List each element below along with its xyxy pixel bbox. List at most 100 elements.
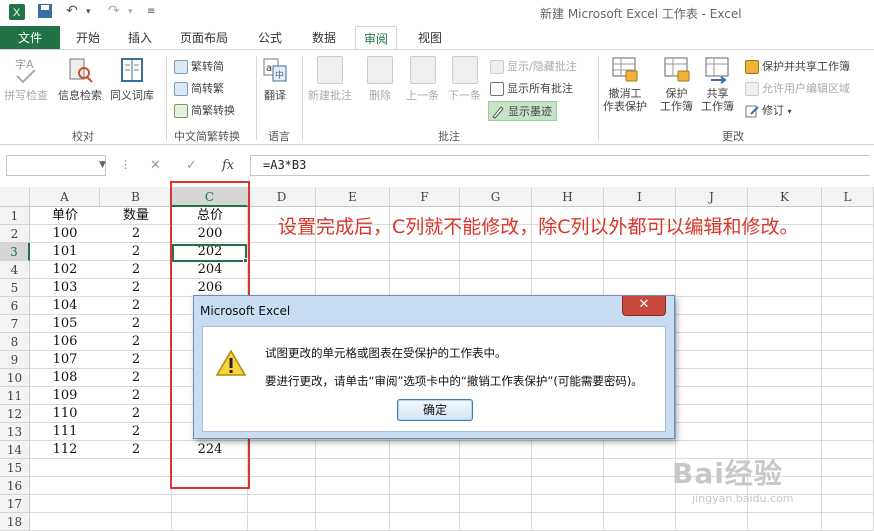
cell-b7[interactable]: 2 — [100, 315, 172, 333]
undo-dropdown-icon[interactable]: ▾ — [86, 7, 91, 17]
cell-a14[interactable]: 112 — [30, 441, 100, 459]
row-header-18[interactable]: 18 — [0, 513, 30, 531]
show-all-comments-button[interactable]: 显示所有批注 — [490, 80, 573, 96]
column-header-i[interactable]: I — [604, 187, 676, 207]
column-header-d[interactable]: D — [248, 187, 316, 207]
row-header-10[interactable]: 10 — [0, 369, 30, 387]
ok-button[interactable]: 确定 — [397, 399, 473, 421]
cell-a6[interactable]: 104 — [30, 297, 100, 315]
tab-formulas[interactable]: 公式 — [258, 29, 282, 46]
column-header-b[interactable]: B — [100, 187, 172, 207]
column-header-l[interactable]: L — [822, 187, 874, 207]
cancel-icon[interactable]: ✕ — [150, 158, 161, 173]
row-header-15[interactable]: 15 — [0, 459, 30, 477]
show-ink-button[interactable]: 显示墨迹 — [488, 101, 557, 121]
tab-home[interactable]: 开始 — [76, 29, 100, 46]
cell-b1[interactable]: 数量 — [100, 207, 172, 225]
cell-a11[interactable]: 109 — [30, 387, 100, 405]
protect-and-share-button[interactable]: 保护并共享工作簿 — [745, 58, 850, 74]
track-dropdown-icon[interactable]: ▾ — [788, 107, 792, 116]
translate-button[interactable]: a中 翻译 — [262, 56, 288, 103]
row-header-4[interactable]: 4 — [0, 261, 30, 279]
row-header-13[interactable]: 13 — [0, 423, 30, 441]
column-header-e[interactable]: E — [316, 187, 390, 207]
cell-a12[interactable]: 110 — [30, 405, 100, 423]
chevron-down-icon[interactable]: ▼ — [99, 160, 106, 170]
row-header-9[interactable]: 9 — [0, 351, 30, 369]
next-comment-button[interactable]: 下一条 — [448, 56, 481, 103]
column-header-g[interactable]: G — [460, 187, 532, 207]
trad-to-simp-button[interactable]: 繁转简 — [174, 58, 224, 74]
track-changes-button[interactable]: 修订 ▾ — [745, 102, 792, 118]
undo-icon[interactable]: ↶ — [66, 3, 78, 19]
tab-view[interactable]: 视图 — [418, 29, 442, 46]
redo-icon[interactable]: ↷ — [108, 3, 120, 19]
row-header-11[interactable]: 11 — [0, 387, 30, 405]
cell-a10[interactable]: 108 — [30, 369, 100, 387]
cell-a9[interactable]: 107 — [30, 351, 100, 369]
tab-data[interactable]: 数据 — [312, 29, 336, 46]
cell-a2[interactable]: 100 — [30, 225, 100, 243]
name-box[interactable]: ▼ — [6, 155, 106, 176]
save-icon[interactable] — [37, 3, 53, 23]
customize-qat-icon[interactable]: ≡ — [147, 6, 155, 17]
cell-b12[interactable]: 2 — [100, 405, 172, 423]
cell-b6[interactable]: 2 — [100, 297, 172, 315]
row-header-2[interactable]: 2 — [0, 225, 30, 243]
cell-b3[interactable]: 2 — [100, 243, 172, 261]
share-workbook-button[interactable]: 共享 工作簿 — [701, 56, 734, 113]
cell-a3[interactable]: 101 — [30, 243, 100, 261]
column-header-f[interactable]: F — [390, 187, 460, 207]
row-header-3[interactable]: 3 — [0, 243, 30, 261]
row-header-7[interactable]: 7 — [0, 315, 30, 333]
tab-file[interactable]: 文件 — [0, 26, 60, 50]
spell-check-button[interactable]: 字A 拼写检查 — [4, 56, 48, 103]
cell-b14[interactable]: 2 — [100, 441, 172, 459]
row-header-5[interactable]: 5 — [0, 279, 30, 297]
column-header-k[interactable]: K — [748, 187, 822, 207]
cell-a8[interactable]: 106 — [30, 333, 100, 351]
show-hide-comment-button[interactable]: 显示/隐藏批注 — [490, 58, 577, 74]
tab-review[interactable]: 审阅 — [355, 26, 398, 50]
row-header-16[interactable]: 16 — [0, 477, 30, 495]
tab-insert[interactable]: 插入 — [128, 29, 152, 46]
row-header-6[interactable]: 6 — [0, 297, 30, 315]
cell-a13[interactable]: 111 — [30, 423, 100, 441]
tab-page-layout[interactable]: 页面布局 — [180, 29, 228, 46]
enter-icon[interactable]: ✓ — [186, 158, 197, 173]
cell-b5[interactable]: 2 — [100, 279, 172, 297]
cell-b9[interactable]: 2 — [100, 351, 172, 369]
cell-b8[interactable]: 2 — [100, 333, 172, 351]
row-header-8[interactable]: 8 — [0, 333, 30, 351]
insert-function-icon[interactable]: fx — [222, 158, 234, 173]
cell-b4[interactable]: 2 — [100, 261, 172, 279]
close-button[interactable]: ✕ — [622, 296, 666, 316]
redo-dropdown-icon[interactable]: ▾ — [128, 7, 133, 17]
delete-comment-button[interactable]: 删除 — [367, 56, 393, 103]
cell-a7[interactable]: 105 — [30, 315, 100, 333]
row-header-14[interactable]: 14 — [0, 441, 30, 459]
convert-button[interactable]: 简繁转换 — [174, 102, 235, 118]
unprotect-sheet-button[interactable]: 撤消工 作表保护 — [603, 56, 647, 113]
column-header-j[interactable]: J — [676, 187, 748, 207]
formula-input[interactable]: =A3*B3 — [250, 155, 870, 176]
column-header-h[interactable]: H — [532, 187, 604, 207]
simp-to-trad-button[interactable]: 简转繁 — [174, 80, 224, 96]
cell-a4[interactable]: 102 — [30, 261, 100, 279]
cell-b10[interactable]: 2 — [100, 369, 172, 387]
new-comment-button[interactable]: 新建批注 — [308, 56, 352, 103]
row-header-17[interactable]: 17 — [0, 495, 30, 513]
select-all-corner[interactable] — [0, 187, 30, 207]
cell-b13[interactable]: 2 — [100, 423, 172, 441]
allow-edit-ranges-button[interactable]: 允许用户编辑区域 — [745, 80, 850, 96]
cell-a1[interactable]: 单价 — [30, 207, 100, 225]
cell-b11[interactable]: 2 — [100, 387, 172, 405]
row-header-1[interactable]: 1 — [0, 207, 30, 225]
row-header-12[interactable]: 12 — [0, 405, 30, 423]
protect-workbook-button[interactable]: 保护 工作簿 — [660, 56, 693, 113]
previous-comment-button[interactable]: 上一条 — [406, 56, 439, 103]
cell-a5[interactable]: 103 — [30, 279, 100, 297]
research-button[interactable]: 信息检索 — [58, 56, 102, 103]
thesaurus-button[interactable]: 同义词库 — [110, 56, 154, 103]
column-header-a[interactable]: A — [30, 187, 100, 207]
